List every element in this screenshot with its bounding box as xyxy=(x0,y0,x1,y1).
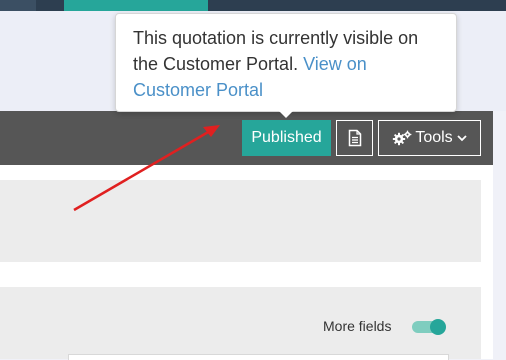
tools-dropdown-button[interactable]: Tools xyxy=(378,120,481,156)
tools-label: Tools xyxy=(415,129,453,146)
top-navbar xyxy=(0,0,506,11)
toggle-knob xyxy=(430,319,446,335)
more-fields-toggle[interactable] xyxy=(412,319,446,335)
nav-tab[interactable] xyxy=(0,0,36,11)
portal-visibility-tooltip: This quotation is currently visible on t… xyxy=(115,13,457,112)
document-icon xyxy=(348,129,361,147)
more-fields-label: More fields xyxy=(323,318,392,334)
nav-tab-active[interactable] xyxy=(64,0,208,11)
published-status-button[interactable]: Published xyxy=(242,120,331,156)
chevron-down-icon xyxy=(457,135,467,142)
quotation-details-panel xyxy=(0,287,481,359)
published-label: Published xyxy=(251,129,322,146)
details-field-box xyxy=(68,354,449,360)
tooltip-text: This quotation is currently visible on t… xyxy=(133,28,419,74)
tooltip-pointer xyxy=(279,111,293,118)
quotation-summary-panel xyxy=(0,180,481,262)
view-document-button[interactable] xyxy=(336,120,373,156)
gears-icon xyxy=(393,130,412,146)
